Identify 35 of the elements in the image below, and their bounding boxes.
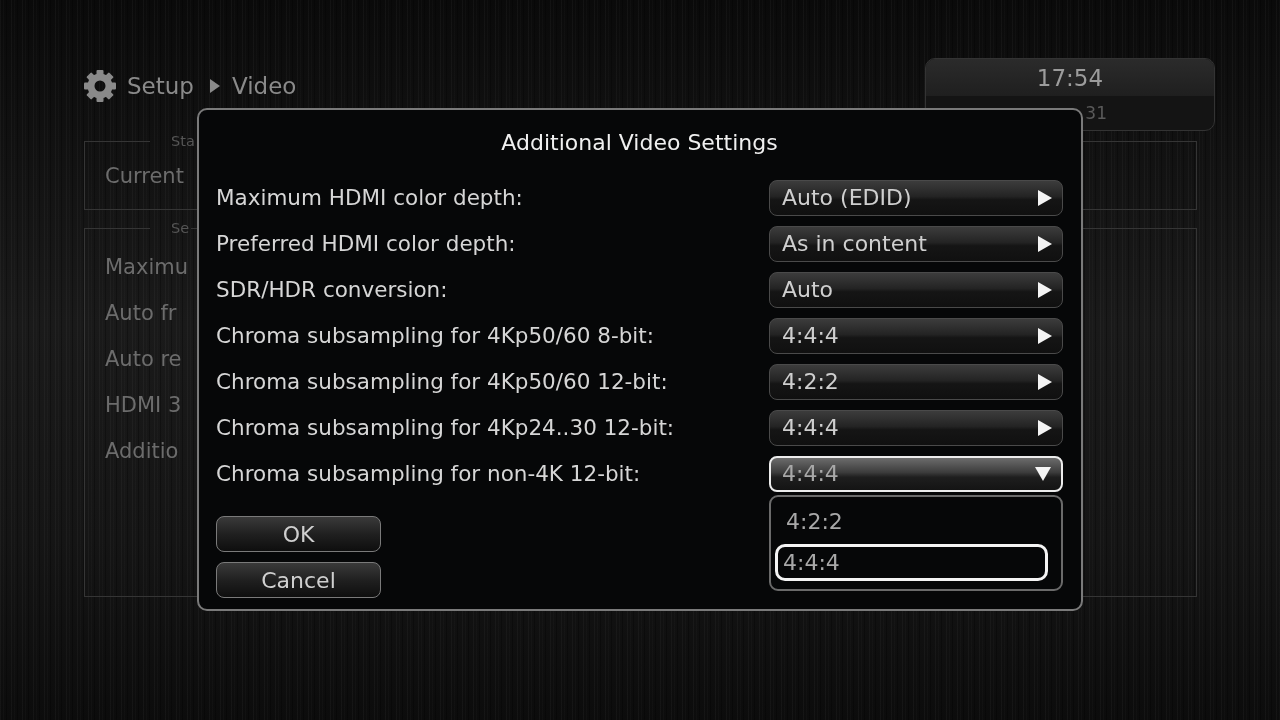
- value-selector[interactable]: Auto (EDID): [769, 180, 1063, 216]
- setting-label: Chroma subsampling for 4Kp50/60 12-bit:: [216, 368, 669, 396]
- menu-item[interactable]: Current: [105, 160, 184, 192]
- setting-label: Chroma subsampling for 4Kp50/60 8-bit:: [216, 322, 655, 350]
- value-selector[interactable]: Auto: [769, 272, 1063, 308]
- value-selector[interactable]: As in content: [769, 226, 1063, 262]
- clock-subtext: 31: [1085, 102, 1107, 124]
- dropdown-option[interactable]: 4:2:2: [775, 503, 1048, 540]
- value-selector[interactable]: 4:2:2: [769, 364, 1063, 400]
- setting-label: Maximum HDMI color depth:: [216, 184, 524, 212]
- value-selector[interactable]: 4:4:4: [769, 410, 1063, 446]
- dialog-button[interactable]: OK: [216, 516, 381, 552]
- triangle-right-icon: [1038, 374, 1052, 390]
- dialog-title: Additional Video Settings: [501, 129, 778, 157]
- group-legend: Se: [150, 218, 192, 238]
- clock-time: 17:54: [1036, 63, 1104, 93]
- setting-label: Chroma subsampling for 4Kp24..30 12-bit:: [216, 414, 676, 442]
- group-legend: Sta: [150, 131, 197, 151]
- setting-label: SDR/HDR conversion:: [216, 276, 449, 304]
- breadcrumb-item: Video: [231, 72, 297, 101]
- gear-icon: [84, 70, 116, 102]
- triangle-right-icon: [1038, 190, 1052, 206]
- dialog-button[interactable]: Cancel: [216, 562, 381, 598]
- triangle-right-icon: [1038, 236, 1052, 252]
- value-selector[interactable]: 4:4:4: [769, 318, 1063, 354]
- dropdown-option[interactable]: 4:4:4: [775, 544, 1048, 581]
- triangle-right-icon: [209, 79, 220, 93]
- triangle-right-icon: [1038, 420, 1052, 436]
- triangle-right-icon: [1038, 328, 1052, 344]
- setting-label: Preferred HDMI color depth:: [216, 230, 517, 258]
- value-selector[interactable]: 4:4:4: [769, 456, 1063, 492]
- triangle-right-icon: [1038, 282, 1052, 298]
- triangle-down-icon: [1035, 467, 1051, 481]
- setting-label: Chroma subsampling for non-4K 12-bit:: [216, 460, 642, 488]
- breadcrumb-item: Setup: [127, 72, 194, 101]
